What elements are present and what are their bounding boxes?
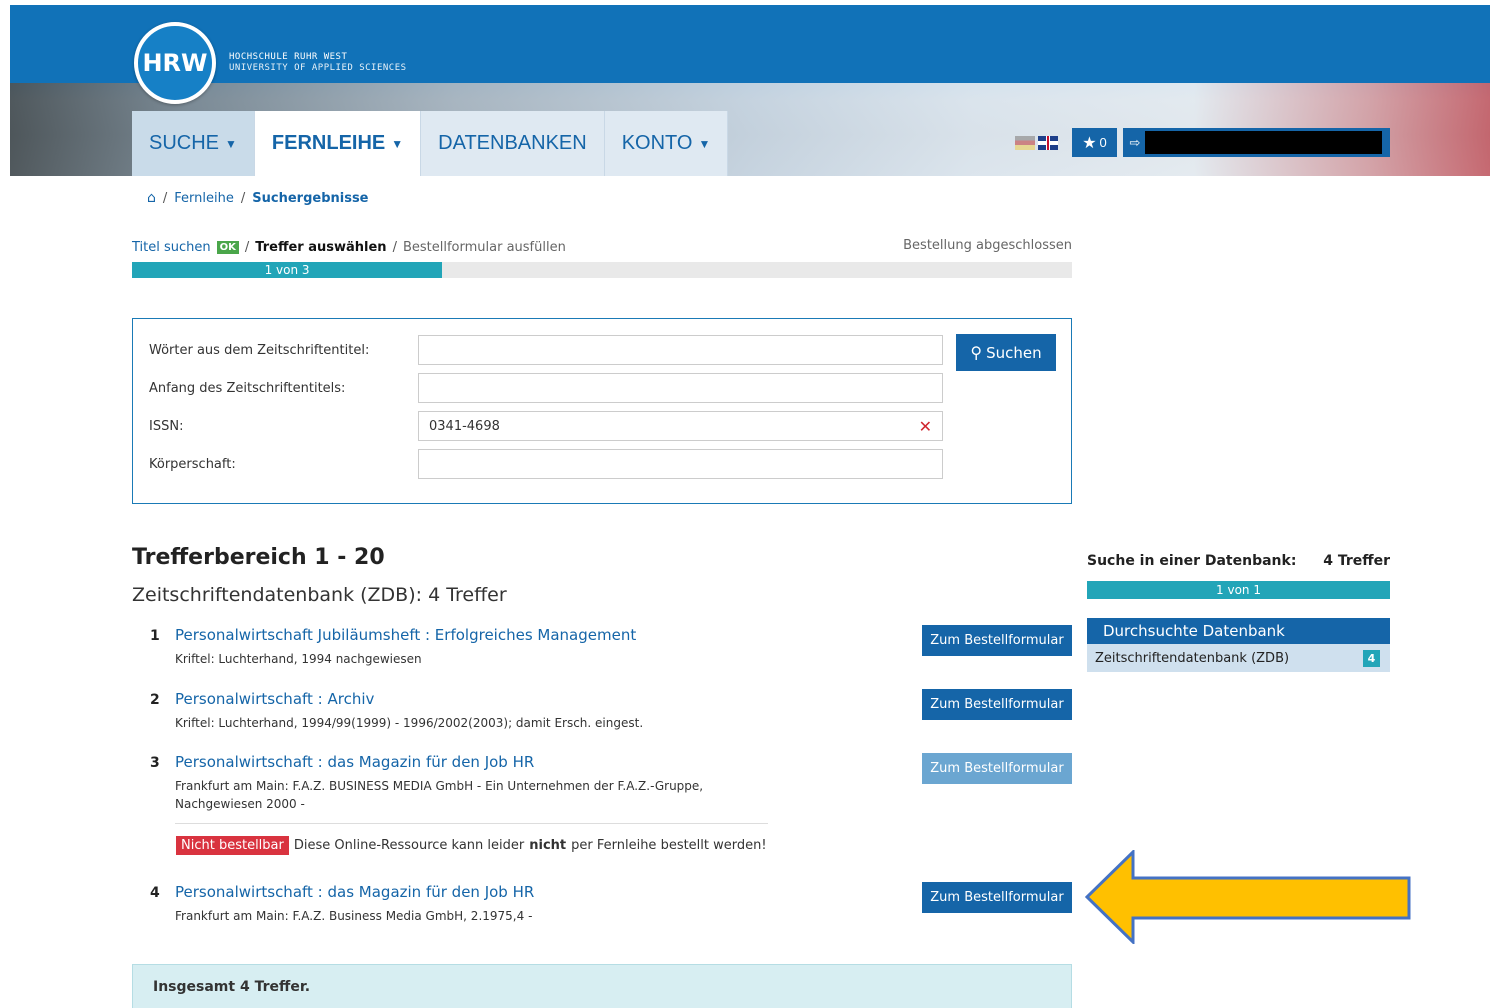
koerperschaft-input[interactable] <box>418 449 943 479</box>
redacted-username <box>1145 131 1382 154</box>
result-number: 4 <box>150 885 160 901</box>
result-meta: Frankfurt am Main: F.A.Z. BUSINESS MEDIA… <box>175 779 704 811</box>
star-icon: ★ <box>1082 134 1097 152</box>
step-bestellformular: Bestellformular ausfüllen <box>402 239 566 255</box>
clear-icon[interactable]: ✕ <box>919 417 932 436</box>
university-line2: UNIVERSITY OF APPLIED SCIENCES <box>229 63 407 73</box>
step-progress-bar: 1 von 3 <box>132 262 1072 278</box>
not-orderable-notice: Nicht bestellbar Diese Online-Ressource … <box>176 836 767 855</box>
form-row-koerperschaft: Körperschaft: <box>149 449 943 479</box>
sidebar-heading: Suche in einer Datenbank: 4 Treffer <box>1087 553 1390 569</box>
db-count-badge: 4 <box>1363 649 1380 667</box>
result-divider <box>175 823 768 824</box>
breadcrumb-separator: / <box>162 190 168 206</box>
sidebar-heading-label: Suche in einer Datenbank: <box>1087 553 1297 569</box>
main-nav: SUCHE ▼ FERNLEIHE ▼ DATENBANKEN KONTO ▼ <box>132 111 729 176</box>
db-row-zdb[interactable]: Zeitschriftendatenbank (ZDB) 4 <box>1087 644 1390 672</box>
step-progress-fill: 1 von 3 <box>132 262 443 278</box>
step-separator: / <box>392 239 397 255</box>
db-panel-title: Durchsuchte Datenbank <box>1087 618 1390 644</box>
results-range-title: Trefferbereich 1 - 20 <box>132 545 385 570</box>
result-meta: Kriftel: Luchterhand, 1994/99(1999) - 19… <box>175 716 644 730</box>
form-row-title-start: Anfang des Zeitschriftentitels: <box>149 373 943 403</box>
caret-down-icon: ▼ <box>391 136 404 151</box>
logo-text: HRW <box>142 49 208 77</box>
form-row-issn: ISSN: 0341-4698 ✕ <box>149 411 943 441</box>
nav-datenbanken[interactable]: DATENBANKEN <box>421 111 605 176</box>
result-number: 1 <box>150 628 160 644</box>
order-form-button[interactable]: Zum Bestellformular <box>922 882 1072 913</box>
breadcrumb-current: Suchergebnisse <box>252 190 369 206</box>
flag-uk-icon[interactable] <box>1038 136 1058 150</box>
nav-fernleihe-label: FERNLEIHE <box>271 132 386 154</box>
not-orderable-text-after: per Fernleihe bestellt werden! <box>571 838 767 853</box>
logout-icon: ⇨ <box>1129 134 1141 150</box>
order-form-button-disabled: Zum Bestellformular <box>922 753 1072 784</box>
result-title-link[interactable]: Personalwirtschaft : das Magazin für den… <box>175 883 534 901</box>
db-name: Zeitschriftendatenbank (ZDB) <box>1095 650 1290 666</box>
step-separator: / <box>244 239 250 255</box>
issn-value: 0341-4698 <box>429 418 500 434</box>
not-orderable-bold: nicht <box>529 838 567 853</box>
step-ok-badge: OK <box>216 240 239 254</box>
title-start-label: Anfang des Zeitschriftentitels: <box>149 380 346 396</box>
flag-de-icon[interactable] <box>1015 136 1035 150</box>
results-total: Insgesamt 4 Treffer. <box>132 964 1072 1008</box>
university-line1: HOCHSCHULE RUHR WEST <box>229 52 348 62</box>
nav-datenbanken-label: DATENBANKEN <box>438 132 587 154</box>
breadcrumb-fernleihe[interactable]: Fernleihe <box>174 191 234 206</box>
university-name: HOCHSCHULE RUHR WEST UNIVERSITY OF APPLI… <box>229 52 407 74</box>
hrw-logo[interactable]: HRW <box>134 22 216 104</box>
not-orderable-badge: Nicht bestellbar <box>176 836 289 855</box>
order-form-button[interactable]: Zum Bestellformular <box>922 625 1072 656</box>
step-titel-suchen[interactable]: Titel suchen <box>132 240 211 255</box>
result-meta: Kriftel: Luchterhand, 1994 nachgewiesen <box>175 652 422 666</box>
caret-down-icon: ▼ <box>698 136 711 151</box>
result-title-link[interactable]: Personalwirtschaft : das Magazin für den… <box>175 753 534 771</box>
breadcrumb-separator: / <box>240 190 246 206</box>
nav-konto[interactable]: KONTO ▼ <box>604 111 729 176</box>
caret-down-icon: ▼ <box>225 136 237 151</box>
favorites-count: 0 <box>1099 135 1107 150</box>
issn-input[interactable]: 0341-4698 ✕ <box>418 411 943 441</box>
breadcrumb: ⌂ / Fernleihe / Suchergebnisse <box>147 190 369 206</box>
result-number: 2 <box>150 692 160 708</box>
order-form-button[interactable]: Zum Bestellformular <box>922 689 1072 720</box>
results-source-title: Zeitschriftendatenbank (ZDB): 4 Treffer <box>132 584 507 606</box>
step-abgeschlossen: Bestellung abgeschlossen <box>903 238 1072 253</box>
issn-label: ISSN: <box>149 418 184 434</box>
title-start-input[interactable] <box>418 373 943 403</box>
nav-suche[interactable]: SUCHE ▼ <box>132 111 255 176</box>
search-button-label: Suchen <box>986 343 1042 362</box>
search-button[interactable]: ⚲ Suchen <box>956 334 1056 371</box>
title-words-input[interactable] <box>418 335 943 365</box>
sidebar-progress-bar: 1 von 1 <box>1087 581 1390 599</box>
result-meta: Frankfurt am Main: F.A.Z. Business Media… <box>175 909 533 923</box>
account-logout-button[interactable]: ⇨ <box>1123 128 1390 157</box>
home-icon[interactable]: ⌂ <box>147 190 156 206</box>
search-form: Wörter aus dem Zeitschriftentitel: Anfan… <box>132 318 1072 504</box>
step-treffer-auswaehlen: Treffer auswählen <box>255 239 387 255</box>
result-title-link[interactable]: Personalwirtschaft : Archiv <box>175 690 374 708</box>
form-row-title-words: Wörter aus dem Zeitschriftentitel: <box>149 335 943 365</box>
title-words-label: Wörter aus dem Zeitschriftentitel: <box>149 342 370 358</box>
result-number: 3 <box>150 755 160 771</box>
nav-fernleihe[interactable]: FERNLEIHE ▼ <box>254 111 422 176</box>
searched-db-panel: Durchsuchte Datenbank Zeitschriftendaten… <box>1087 618 1390 672</box>
favorites-button[interactable]: ★ 0 <box>1072 128 1117 157</box>
nav-konto-label: KONTO <box>621 132 693 154</box>
not-orderable-text: Diese Online-Ressource kann leider <box>293 838 525 853</box>
search-icon: ⚲ <box>970 343 983 362</box>
annotation-arrow-icon <box>1085 850 1411 944</box>
nav-suche-label: SUCHE <box>149 132 220 154</box>
language-switcher <box>1015 136 1058 150</box>
result-title-link[interactable]: Personalwirtschaft Jubiläumsheft : Erfol… <box>175 626 636 644</box>
sidebar-hits: 4 Treffer <box>1323 553 1390 569</box>
order-steps: Titel suchen OK / Treffer auswählen / Be… <box>132 238 1072 256</box>
koerperschaft-label: Körperschaft: <box>149 456 236 472</box>
